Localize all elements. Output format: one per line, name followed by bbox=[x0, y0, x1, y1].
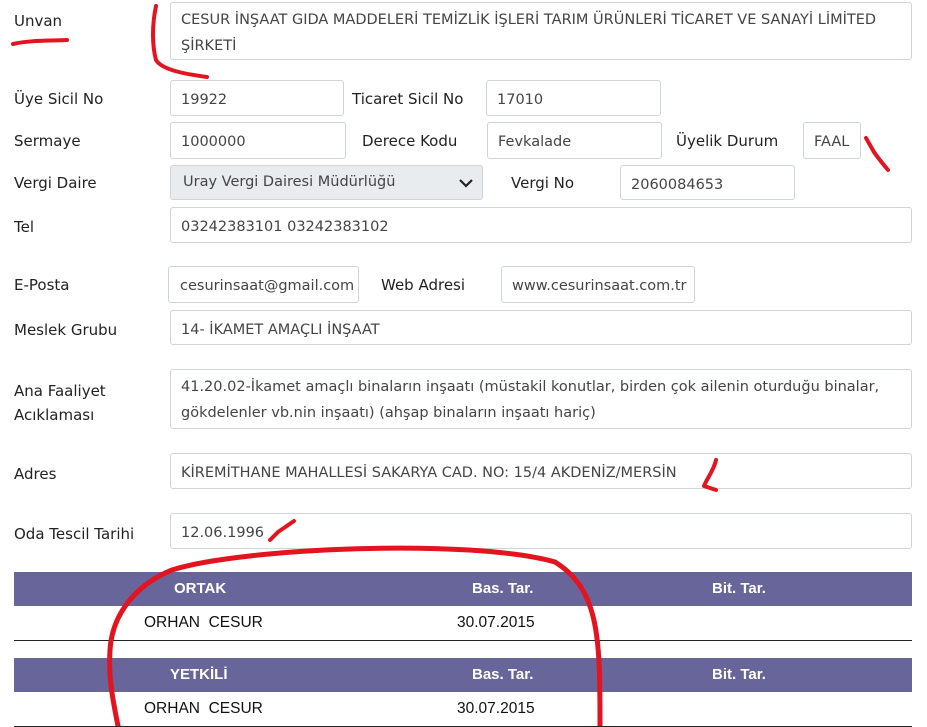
table-row: ORHAN CESUR 30.07.2015 bbox=[14, 692, 912, 727]
ticaret-sicil-field[interactable]: 17010 bbox=[486, 80, 661, 116]
derece-kodu-field[interactable]: Fevkalade bbox=[487, 122, 662, 159]
adres-field[interactable]: KİREMİTHANE MAHALLESİ SAKARYA CAD. NO: 1… bbox=[170, 453, 912, 489]
yetkili-header-start: Bas. Tar. bbox=[472, 666, 534, 683]
derece-kodu-label: Derece Kodu bbox=[362, 132, 458, 150]
ortak-header-start: Bas. Tar. bbox=[472, 580, 534, 597]
vergi-daire-value: Uray Vergi Dairesi Müdürlüğü bbox=[183, 174, 396, 190]
ortak-row-name: ORHAN CESUR bbox=[144, 614, 263, 631]
yetkili-header-end: Bit. Tar. bbox=[712, 666, 766, 683]
vergi-daire-label: Vergi Daire bbox=[14, 174, 97, 192]
uye-sicil-field[interactable]: 19922 bbox=[170, 80, 344, 116]
ortak-header-name: ORTAK bbox=[174, 580, 227, 597]
tel-label: Tel bbox=[14, 218, 35, 236]
annotation-check-faal bbox=[864, 136, 890, 172]
vergi-daire-select[interactable]: Uray Vergi Dairesi Müdürlüğü bbox=[170, 165, 483, 200]
uye-sicil-label: Üye Sicil No bbox=[14, 90, 104, 108]
tel-field[interactable]: 03242383101 03242383102 bbox=[170, 207, 912, 243]
sermaye-label: Sermaye bbox=[14, 132, 81, 150]
faaliyet-label-line2: Acıklaması bbox=[14, 406, 95, 424]
faaliyet-field[interactable]: 41.20.02-İkamet amaçlı binaların inşaatı… bbox=[170, 369, 912, 429]
meslek-label: Meslek Grubu bbox=[14, 321, 118, 339]
uyelik-durum-field[interactable]: FAAL bbox=[803, 122, 861, 159]
yetkili-header-name: YETKİLİ bbox=[170, 666, 228, 683]
ortak-header-end: Bit. Tar. bbox=[712, 580, 766, 597]
unvan-label: Unvan bbox=[14, 12, 63, 30]
sermaye-field[interactable]: 1000000 bbox=[170, 122, 346, 159]
web-field[interactable]: www.cesurinsaat.com.tr bbox=[501, 266, 695, 303]
oda-tescil-label: Oda Tescil Tarihi bbox=[14, 525, 135, 543]
web-label: Web Adresi bbox=[381, 276, 466, 294]
ortak-row-start: 30.07.2015 bbox=[457, 614, 535, 631]
faaliyet-label: Ana Faaliyet Acıklaması bbox=[14, 379, 106, 427]
ticaret-sicil-label: Ticaret Sicil No bbox=[352, 90, 464, 108]
ortak-table-header: ORTAK Bas. Tar. Bit. Tar. bbox=[14, 572, 912, 606]
faaliyet-label-line1: Ana Faaliyet bbox=[14, 382, 106, 400]
adres-label: Adres bbox=[14, 465, 57, 483]
unvan-field[interactable]: CESUR İNŞAAT GIDA MADDELERİ TEMİZLİK İŞL… bbox=[170, 2, 912, 60]
vergi-no-label: Vergi No bbox=[511, 174, 575, 192]
oda-tescil-field[interactable]: 12.06.1996 bbox=[170, 513, 912, 549]
yetkili-row-name: ORHAN CESUR bbox=[144, 700, 263, 717]
table-row: ORHAN CESUR 30.07.2015 bbox=[14, 606, 912, 641]
yetkili-table-header: YETKİLİ Bas. Tar. Bit. Tar. bbox=[14, 658, 912, 692]
uyelik-durum-label: Üyelik Durum bbox=[676, 132, 779, 150]
chevron-down-icon bbox=[459, 179, 473, 188]
vergi-no-field[interactable]: 2060084653 bbox=[620, 165, 795, 200]
annotation-underline-unvan bbox=[11, 38, 69, 46]
yetkili-row-start: 30.07.2015 bbox=[457, 700, 535, 717]
eposta-label: E-Posta bbox=[14, 276, 70, 294]
eposta-field[interactable]: cesurinsaat@gmail.com bbox=[168, 266, 359, 303]
meslek-field[interactable]: 14- İKAMET AMAÇLI İNŞAAT bbox=[170, 310, 912, 345]
